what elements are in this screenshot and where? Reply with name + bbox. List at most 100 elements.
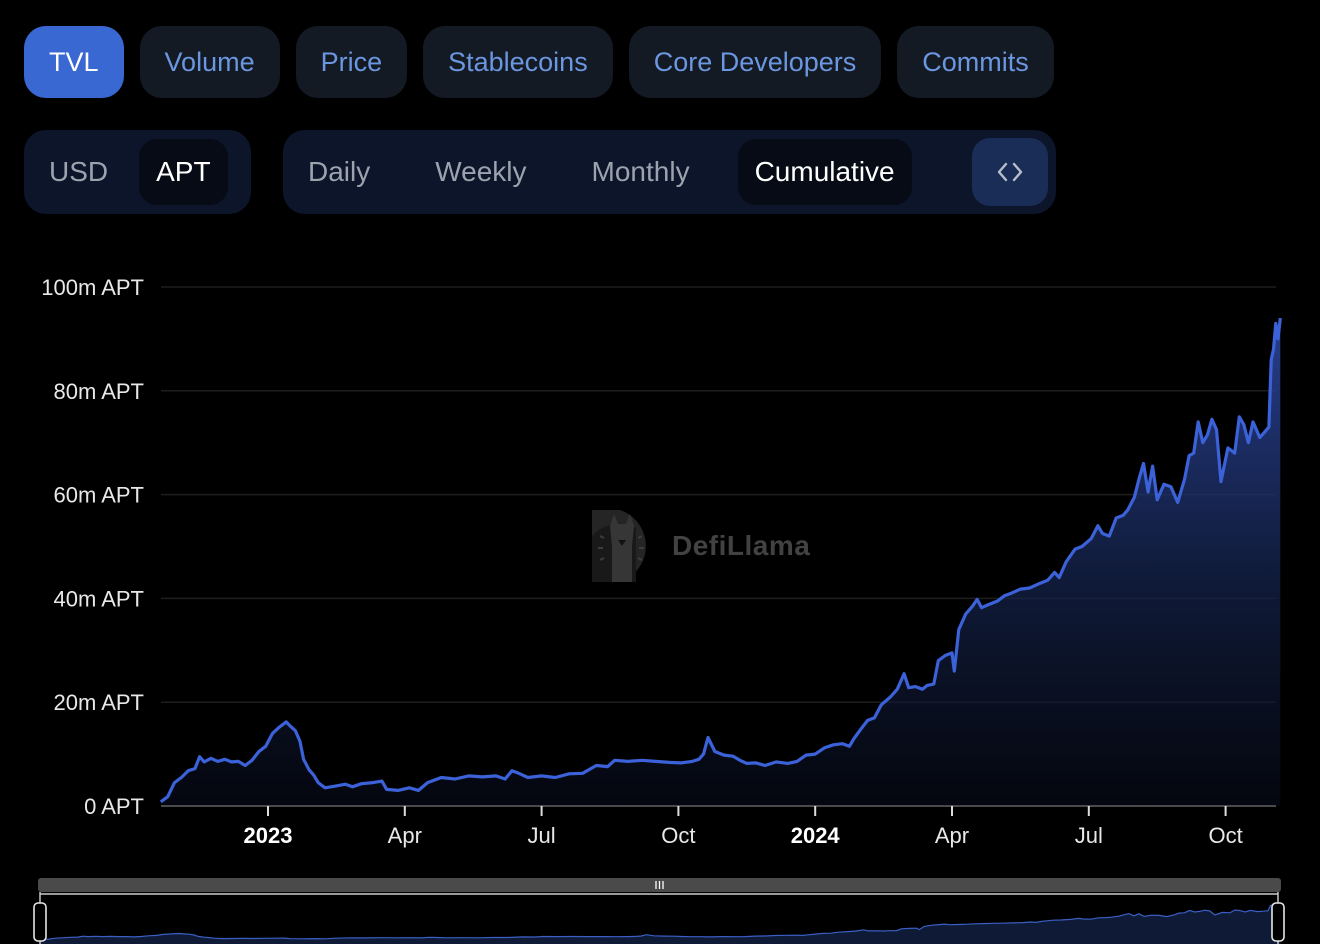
data-point xyxy=(1206,434,1208,436)
data-point xyxy=(1263,431,1265,433)
data-point xyxy=(814,753,816,755)
y-tick-label: 100m APT xyxy=(41,275,144,300)
data-point xyxy=(965,613,967,615)
data-point xyxy=(944,654,946,656)
currency-usd-button[interactable]: USD xyxy=(32,139,125,205)
data-point xyxy=(198,756,200,758)
data-point xyxy=(1151,465,1153,467)
data-point xyxy=(933,683,935,685)
data-point xyxy=(1270,359,1272,361)
data-point xyxy=(224,758,226,760)
data-point xyxy=(1126,509,1128,511)
data-point xyxy=(841,743,843,745)
x-axis: 2023 Apr Jul Oct 2024 Apr Jul Oct xyxy=(161,805,1276,848)
data-point xyxy=(317,781,319,783)
data-point xyxy=(1243,423,1245,425)
range-slider[interactable] xyxy=(0,870,1320,944)
data-point xyxy=(1053,571,1055,573)
data-point xyxy=(1074,548,1076,550)
embed-button[interactable] xyxy=(972,138,1048,206)
data-point xyxy=(440,776,442,778)
data-point xyxy=(1188,455,1190,457)
tab-core-developers[interactable]: Core Developers xyxy=(628,26,882,98)
tab-volume[interactable]: Volume xyxy=(139,26,280,98)
data-point xyxy=(1234,452,1236,454)
data-point xyxy=(1170,486,1172,488)
data-point xyxy=(787,762,789,764)
x-tick-label: Apr xyxy=(388,823,422,848)
x-tick-label: Oct xyxy=(661,823,695,848)
period-monthly-button[interactable]: Monthly xyxy=(575,139,707,205)
data-point xyxy=(1156,499,1158,501)
data-point xyxy=(908,687,910,689)
watermark-text: DefiLlama xyxy=(672,530,811,561)
data-point xyxy=(299,740,301,742)
data-point xyxy=(1108,535,1110,537)
data-point xyxy=(1047,579,1049,581)
data-point xyxy=(641,759,643,761)
data-point xyxy=(203,761,205,763)
data-point xyxy=(194,767,196,769)
data-point xyxy=(1163,483,1165,485)
data-point xyxy=(1259,436,1261,438)
data-point xyxy=(860,728,862,730)
data-point xyxy=(764,764,766,766)
data-point xyxy=(1090,538,1092,540)
y-tick-label: 60m APT xyxy=(54,483,144,508)
data-point xyxy=(408,787,410,789)
data-point xyxy=(680,762,682,764)
slider-left-handle[interactable] xyxy=(33,902,47,942)
period-cumulative-button[interactable]: Cumulative xyxy=(737,139,912,205)
data-point xyxy=(971,605,973,607)
data-point xyxy=(953,670,955,672)
data-point xyxy=(1058,576,1060,578)
data-point xyxy=(187,770,189,772)
data-point xyxy=(1101,532,1103,534)
currency-apt-button[interactable]: APT xyxy=(139,139,228,205)
data-point xyxy=(668,761,670,763)
data-point xyxy=(880,704,882,706)
data-point xyxy=(1138,478,1140,480)
data-point xyxy=(914,685,916,687)
data-point xyxy=(987,603,989,605)
data-point xyxy=(613,759,615,761)
period-weekly-button[interactable]: Weekly xyxy=(418,139,543,205)
data-point xyxy=(1279,317,1281,319)
data-point xyxy=(1183,478,1185,480)
data-point xyxy=(1272,348,1274,350)
tab-tvl[interactable]: TVL xyxy=(24,26,124,98)
x-tick-label: Apr xyxy=(935,823,969,848)
data-point xyxy=(495,775,497,777)
data-point xyxy=(832,744,834,746)
data-point xyxy=(244,764,246,766)
data-point xyxy=(1133,496,1135,498)
data-point xyxy=(1003,595,1005,597)
data-point xyxy=(454,778,456,780)
metric-tabs: TVL Volume Price Stablecoins Core Develo… xyxy=(24,26,1054,98)
data-point xyxy=(823,747,825,749)
tab-stablecoins[interactable]: Stablecoins xyxy=(423,26,613,98)
data-point xyxy=(976,598,978,600)
slider-preview-series xyxy=(39,901,1281,944)
data-point xyxy=(627,760,629,762)
data-point xyxy=(1115,517,1117,519)
data-point xyxy=(691,760,693,762)
x-tick-label: 2023 xyxy=(244,823,293,848)
data-point xyxy=(958,628,960,630)
data-point xyxy=(1247,442,1249,444)
tab-price[interactable]: Price xyxy=(295,26,408,98)
data-point xyxy=(381,780,383,782)
data-point xyxy=(775,761,777,763)
data-point xyxy=(160,801,162,803)
data-point xyxy=(1019,588,1021,590)
period-daily-button[interactable]: Daily xyxy=(291,139,387,205)
data-point xyxy=(294,730,296,732)
data-point xyxy=(581,772,583,774)
data-point xyxy=(1028,587,1030,589)
data-point xyxy=(1147,491,1149,493)
data-point xyxy=(755,762,757,764)
data-point xyxy=(554,776,556,778)
slider-right-handle[interactable] xyxy=(1271,902,1285,942)
data-point xyxy=(1197,421,1199,423)
tab-commits[interactable]: Commits xyxy=(897,26,1054,98)
